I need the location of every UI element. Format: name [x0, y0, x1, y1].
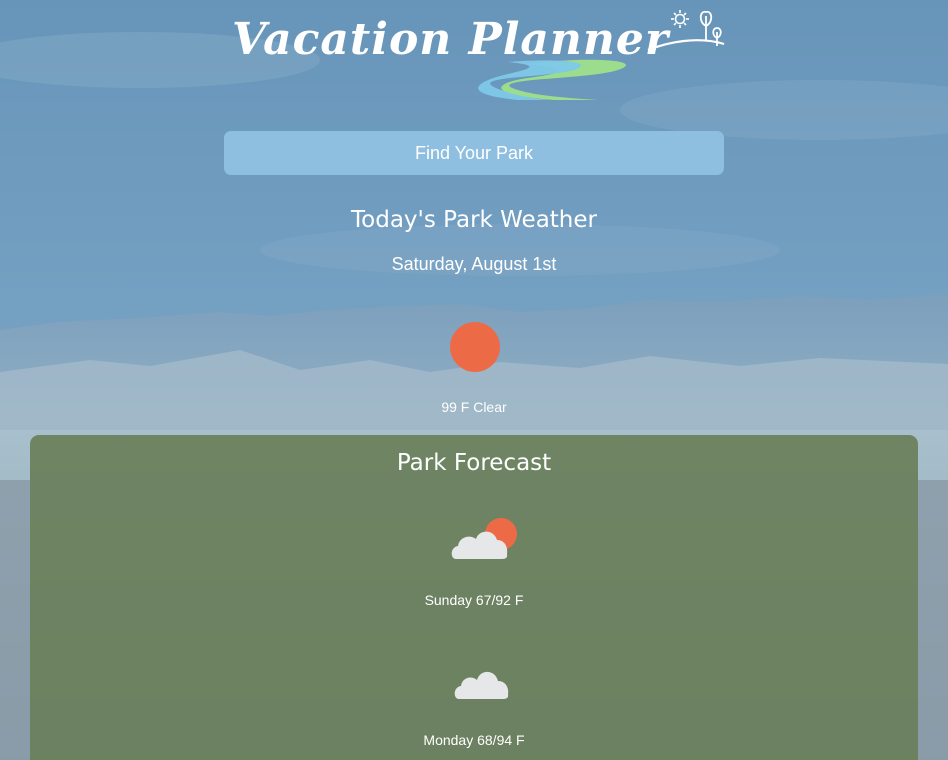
- find-your-park-button[interactable]: Find Your Park: [224, 131, 724, 175]
- sun-icon: [450, 322, 500, 372]
- partly-cloudy-icon: [451, 518, 517, 559]
- forecast-panel: Park Forecast Sunday 67/92 F Monday 68/9…: [30, 435, 918, 760]
- todays-weather-date: Saturday, August 1st: [391, 254, 557, 274]
- logo-river-icon: [478, 59, 626, 100]
- todays-weather-title: Today's Park Weather: [351, 207, 597, 233]
- forecast-title: Park Forecast: [396, 450, 552, 476]
- logo-sun-icon: [671, 10, 689, 28]
- cloud-icon: [454, 671, 509, 699]
- logo-graphic: Vacation Planner: [232, 10, 725, 100]
- vacation-planner-logo[interactable]: Vacation Planner: [228, 4, 728, 104]
- logo-text: Vacation Planner: [232, 14, 671, 65]
- forecast-label-sunday: Sunday 67/92 F: [424, 592, 524, 608]
- todays-weather-condition: 99 F Clear: [441, 399, 507, 415]
- forecast-label-monday: Monday 68/94 F: [423, 732, 525, 748]
